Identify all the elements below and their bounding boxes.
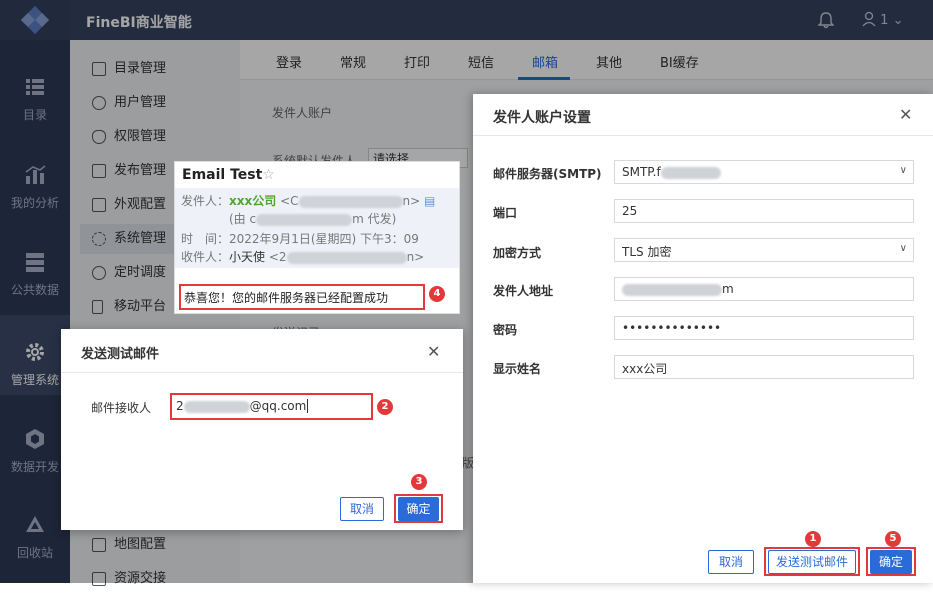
dialog-header: 发件人账户设置 ✕ xyxy=(473,94,933,136)
step-badge-1: 1 xyxy=(805,531,821,547)
email-on-behalf-row: (由 cm 代发) xyxy=(229,212,397,226)
sender-address-label: 发件人地址 xyxy=(493,284,554,298)
cancel-button[interactable]: 取消 xyxy=(340,497,384,521)
chevron-down-icon: ∨ xyxy=(899,165,907,176)
dialog-title: 发件人账户设置 xyxy=(493,110,591,126)
send-test-mail-dialog: 发送测试邮件 ✕ 邮件接收人 2 @qq.com 2 取消 确定 3 xyxy=(61,329,463,530)
dialog-header: 发送测试邮件 ✕ xyxy=(61,329,463,373)
smtp-select[interactable]: SMTP.f ∨ xyxy=(614,160,914,184)
step-badge-2: 2 xyxy=(377,399,393,415)
cancel-button[interactable]: 取消 xyxy=(708,550,754,574)
step-badge-4: 4 xyxy=(429,286,445,302)
confirm-button[interactable]: 确定 xyxy=(398,497,439,521)
encryption-select[interactable]: TLS 加密 ∨ xyxy=(614,238,914,262)
display-name-field[interactable]: xxx公司 xyxy=(614,355,914,379)
step-badge-3: 3 xyxy=(411,474,427,490)
star-icon[interactable]: ☆ xyxy=(262,167,275,183)
port-label: 端口 xyxy=(493,206,518,220)
encryption-value: TLS 加密 xyxy=(622,245,672,259)
sender-address-field[interactable]: m xyxy=(614,277,914,301)
smtp-value: SMTP.f xyxy=(622,165,661,179)
email-body: 恭喜您！您的邮件服务器已经配置成功 xyxy=(184,291,389,305)
email-meta: 发件人：xxx公司 <C n> ▤ (由 cm 代发) 时 间：2022年9月1日… xyxy=(175,188,459,268)
dialog-title: 发送测试邮件 xyxy=(81,347,160,362)
recipient-input[interactable]: 2 @qq.com xyxy=(173,396,370,417)
email-preview-card: Email Test☆ 发件人：xxx公司 <C n> ▤ (由 cm 代发) 时… xyxy=(174,161,460,314)
confirm-button[interactable]: 确定 xyxy=(870,550,912,574)
close-icon[interactable]: ✕ xyxy=(427,342,440,361)
chevron-down-icon: ∨ xyxy=(899,243,907,254)
close-icon[interactable]: ✕ xyxy=(899,105,912,124)
step-badge-5: 5 xyxy=(885,531,901,547)
sender-address-value: m xyxy=(722,282,734,296)
password-field[interactable]: •••••••••••••• xyxy=(614,316,914,340)
password-label: 密码 xyxy=(493,323,518,337)
contact-card-icon[interactable]: ▤ xyxy=(424,194,435,208)
email-time-row: 时 间：2022年9月1日(星期四) 下午3：09 xyxy=(181,232,419,246)
send-test-mail-button[interactable]: 发送测试邮件 xyxy=(768,550,856,574)
smtp-label: 邮件服务器(SMTP) xyxy=(493,167,602,181)
encryption-label: 加密方式 xyxy=(493,246,542,260)
email-sender-row: 发件人：xxx公司 <C n> ▤ xyxy=(181,194,436,208)
recipient-label: 邮件接收人 xyxy=(91,401,152,415)
port-field[interactable]: 25 xyxy=(614,199,914,223)
email-recipient-row: 收件人：小天使 <2 n> xyxy=(181,250,425,264)
sender-account-dialog: 发件人账户设置 ✕ 邮件服务器(SMTP) SMTP.f ∨ 端口 25 加密方… xyxy=(473,94,933,583)
email-subject: Email Test☆ xyxy=(182,167,275,183)
sender-name: xxx公司 xyxy=(229,194,277,208)
display-name-label: 显示姓名 xyxy=(493,362,542,376)
